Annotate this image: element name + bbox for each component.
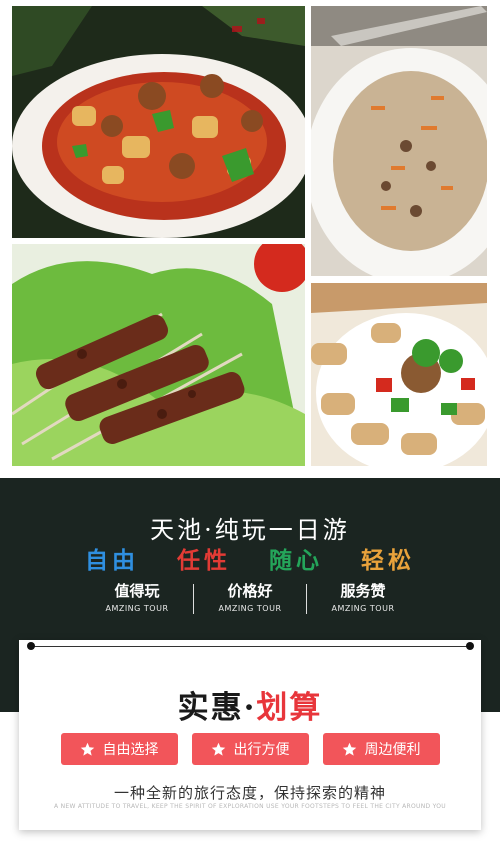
card-title-part1: 实惠· xyxy=(177,690,257,726)
stat-title: 价格好 xyxy=(227,582,273,600)
feature-convenient-travel[interactable]: 出行方便 xyxy=(191,733,309,765)
feature-pills: 自由选择 出行方便 周边便利 xyxy=(0,733,500,765)
feature-label: 自由选择 xyxy=(102,742,159,758)
tagline-english: A NEW ATTITUDE TO TRAVEL, KEEP THE SPIRI… xyxy=(54,803,446,810)
slogan-easy: 轻松 xyxy=(361,548,415,574)
stat-great-service: 服务赞 AMZING TOUR xyxy=(307,580,419,614)
stats-row: 值得玩 AMZING TOUR 价格好 AMZING TOUR 服务赞 AMZI… xyxy=(0,580,500,614)
rule-right-dot xyxy=(466,642,474,650)
card-title-part2: 划算 xyxy=(256,690,323,726)
star-icon xyxy=(80,742,94,756)
slogan-row: 自由 任性 随心 轻松 xyxy=(0,541,500,575)
tagline: 一种全新的旅行态度，保持探索的精神 xyxy=(113,784,386,802)
stat-subtitle: AMZING TOUR xyxy=(331,604,395,613)
tour-title: 天池·纯玩一日游 xyxy=(150,516,350,544)
stat-title: 服务赞 xyxy=(340,582,386,600)
slogan-heart: 随心 xyxy=(269,548,323,574)
naan-stir-fry-photo xyxy=(311,283,487,466)
slogan-willful: 任性 xyxy=(177,548,231,574)
rule-left-dot xyxy=(27,642,35,650)
card-top-rule xyxy=(31,646,470,647)
stat-good-price: 价格好 AMZING TOUR xyxy=(194,580,306,614)
stat-title: 值得玩 xyxy=(114,582,160,600)
lamb-skewers-photo xyxy=(12,244,305,466)
stat-subtitle: AMZING TOUR xyxy=(218,604,282,613)
stat-subtitle: AMZING TOUR xyxy=(105,604,169,613)
food-photo-grid xyxy=(0,0,500,478)
pilaf-rice-photo xyxy=(311,6,487,276)
braised-chicken-potatoes-photo xyxy=(12,6,305,238)
star-icon xyxy=(342,742,356,756)
star-icon xyxy=(211,742,225,756)
slogan-free: 自由 xyxy=(85,548,139,574)
stat-worth-playing: 值得玩 AMZING TOUR xyxy=(81,580,193,614)
feature-nearby-convenience[interactable]: 周边便利 xyxy=(322,733,440,765)
feature-label: 出行方便 xyxy=(233,742,290,758)
card-title: 实惠·划算 xyxy=(0,682,500,727)
feature-free-choice[interactable]: 自由选择 xyxy=(60,733,178,765)
feature-label: 周边便利 xyxy=(364,742,421,758)
